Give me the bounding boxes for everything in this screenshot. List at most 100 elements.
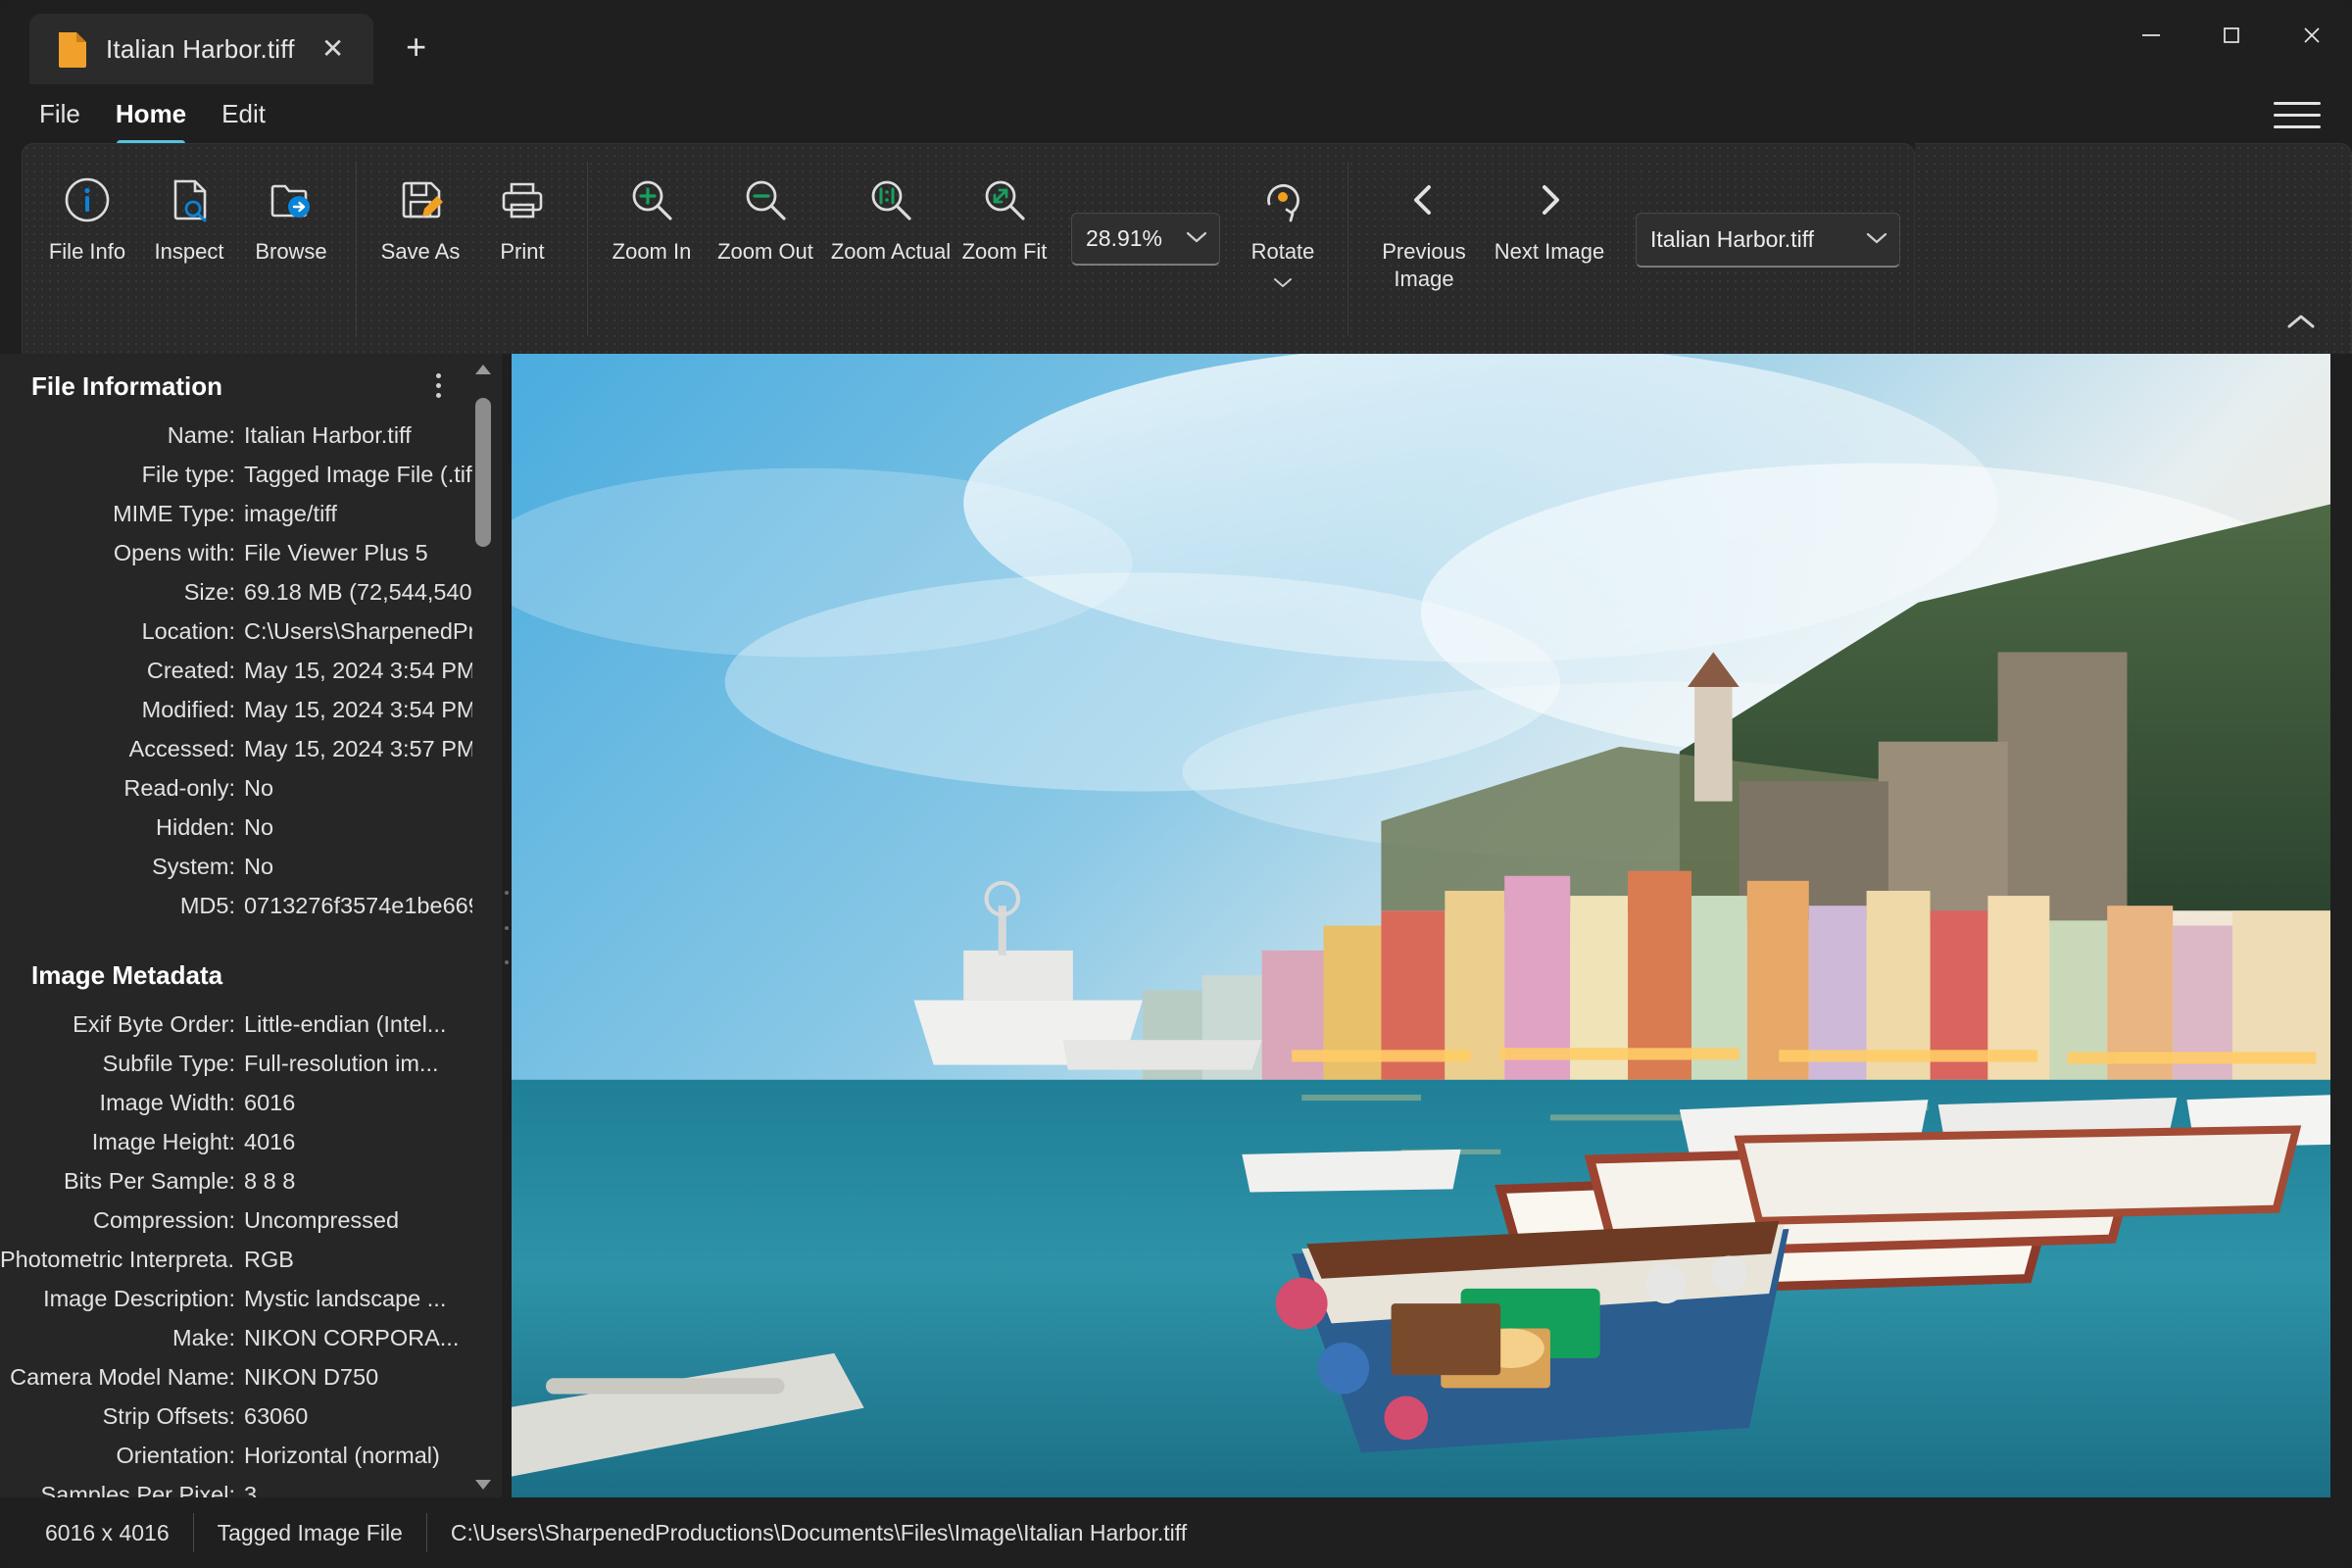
file-information-row[interactable]: Location: C:\Users\SharpenedProdu... xyxy=(0,612,472,651)
zoom-fit-label: Zoom Fit xyxy=(961,239,1048,264)
maximize-button[interactable] xyxy=(2191,0,2272,71)
file-information-value: 69.18 MB (72,544,540 byt... xyxy=(244,579,472,605)
file-information-row[interactable]: File type: Tagged Image File (.tiff) xyxy=(0,455,472,494)
info-sidebar: File Information Name: Italian Harbor.tif… xyxy=(0,354,502,1497)
file-information-row[interactable]: Modified: May 15, 2024 3:54 PM xyxy=(0,690,472,729)
file-information-value: Italian Harbor.tiff xyxy=(244,422,412,448)
rotate-button[interactable]: Rotate xyxy=(1232,162,1334,299)
zoom-in-button[interactable]: Zoom In xyxy=(601,162,703,299)
file-information-key: Created: xyxy=(146,658,235,683)
save-pencil-icon xyxy=(395,173,446,226)
document-tab[interactable]: Italian Harbor.tiff ✕ xyxy=(29,14,373,84)
next-image-button[interactable]: Next Image xyxy=(1487,162,1612,299)
file-information-key: Name: xyxy=(167,422,235,448)
image-metadata-heading: Image Metadata xyxy=(31,960,223,990)
window-controls xyxy=(2111,0,2352,71)
menu-bar: File Home Edit xyxy=(0,84,2352,147)
file-information-key: Location: xyxy=(141,618,235,644)
image-metadata-row[interactable]: Bits Per Sample: 8 8 8 xyxy=(0,1161,472,1200)
menu-item-edit[interactable]: Edit xyxy=(204,84,283,143)
image-metadata-row[interactable]: Compression: Uncompressed xyxy=(0,1200,472,1240)
image-metadata-row[interactable]: Exif Byte Order: Little-endian (Intel... xyxy=(0,1004,472,1044)
image-metadata-row[interactable]: Image Description: Mystic landscape ... xyxy=(0,1279,472,1318)
image-metadata-row[interactable]: Image Width: 6016 xyxy=(0,1083,472,1122)
minimize-button[interactable] xyxy=(2111,0,2191,71)
file-information-heading: File Information xyxy=(31,371,222,401)
rotate-label: Rotate xyxy=(1250,239,1315,264)
close-button[interactable] xyxy=(2272,0,2352,71)
file-information-row[interactable]: Accessed: May 15, 2024 3:57 PM xyxy=(0,729,472,768)
image-metadata-key: Strip Offsets: xyxy=(102,1403,235,1429)
zoom-out-label: Zoom Out xyxy=(717,239,813,264)
menu-item-home[interactable]: Home xyxy=(98,84,204,147)
zoom-level-select[interactable]: 28.91% xyxy=(1071,213,1220,266)
image-metadata-key: Camera Model Name: xyxy=(10,1364,235,1390)
image-metadata-value: Horizontal (normal) xyxy=(244,1443,440,1468)
image-metadata-key: Exif Byte Order: xyxy=(73,1011,235,1037)
scroll-up-icon[interactable] xyxy=(474,360,492,382)
image-metadata-row[interactable]: Make: NIKON CORPORA... xyxy=(0,1318,472,1357)
file-information-key: File type: xyxy=(141,462,235,487)
image-metadata-value: 6016 xyxy=(244,1090,296,1115)
zoom-actual-button[interactable]: Zoom Actual xyxy=(828,162,954,299)
image-metadata-row[interactable]: Camera Model Name: NIKON D750 xyxy=(0,1357,472,1396)
image-canvas[interactable] xyxy=(512,354,2330,1497)
file-info-button[interactable]: File Info xyxy=(36,162,138,299)
collapse-ribbon-icon[interactable] xyxy=(2286,311,2316,336)
previous-image-label: Previous Image xyxy=(1382,239,1466,291)
hamburger-menu-icon[interactable] xyxy=(2268,92,2327,137)
sidebar-options-icon[interactable] xyxy=(430,368,447,404)
file-information-key: Read-only: xyxy=(123,775,235,801)
zoom-out-button[interactable]: Zoom Out xyxy=(703,162,828,299)
previous-image-button[interactable]: Previous Image xyxy=(1361,162,1487,299)
sidebar-scrollbar[interactable] xyxy=(470,360,496,1497)
save-as-button[interactable]: Save As xyxy=(369,162,471,299)
rotate-caret-icon[interactable] xyxy=(1273,273,1293,293)
image-metadata-row[interactable]: Strip Offsets: 63060 xyxy=(0,1396,472,1436)
file-information-row[interactable]: System: No xyxy=(0,847,472,886)
file-information-row[interactable]: Size: 69.18 MB (72,544,540 byt... xyxy=(0,572,472,612)
file-information-row[interactable]: Name: Italian Harbor.tiff xyxy=(0,416,472,455)
browse-label: Browse xyxy=(255,239,327,264)
file-information-value: Tagged Image File (.tiff) xyxy=(244,462,472,487)
image-metadata-value: Uncompressed xyxy=(244,1207,400,1233)
scrollbar-thumb[interactable] xyxy=(475,398,491,547)
image-metadata-row[interactable]: Samples Per Pixel: 3 xyxy=(0,1475,472,1497)
chevron-down-icon xyxy=(1866,228,1887,251)
file-information-value: No xyxy=(244,814,274,840)
ribbon-toolbar: File Info Inspect Browse Save As Print Z… xyxy=(0,143,2352,354)
tab-close-icon[interactable]: ✕ xyxy=(313,28,354,70)
tab-strip: Italian Harbor.tiff ✕ + xyxy=(0,0,444,84)
file-information-key: Size: xyxy=(183,579,235,605)
browse-button[interactable]: Browse xyxy=(240,162,342,299)
image-metadata-value: Full-resolution im... xyxy=(244,1051,439,1076)
image-metadata-key: Orientation: xyxy=(116,1443,235,1468)
save-as-label: Save As xyxy=(380,239,461,264)
file-information-row[interactable]: Hidden: No xyxy=(0,808,472,847)
file-information-row[interactable]: MD5: 0713276f3574e1be66920... xyxy=(0,886,472,925)
inspect-button[interactable]: Inspect xyxy=(138,162,240,299)
file-information-row[interactable]: Read-only: No xyxy=(0,768,472,808)
image-metadata-row[interactable]: Orientation: Horizontal (normal) xyxy=(0,1436,472,1475)
zoom-fit-button[interactable]: Zoom Fit xyxy=(954,162,1055,299)
menu-item-file[interactable]: File xyxy=(22,84,98,143)
image-metadata-row[interactable]: Subfile Type: Full-resolution im... xyxy=(0,1044,472,1083)
print-button[interactable]: Print xyxy=(471,162,573,299)
file-select-dropdown[interactable]: Italian Harbor.tiff xyxy=(1636,213,1900,268)
status-dimensions: 6016 x 4016 xyxy=(45,1519,170,1545)
scroll-down-icon[interactable] xyxy=(474,1475,492,1497)
file-information-rows: Name: Italian Harbor.tiff File type: Tagged… xyxy=(0,416,502,925)
new-tab-icon[interactable]: + xyxy=(389,20,444,74)
sidebar-splitter[interactable] xyxy=(502,354,512,1497)
image-metadata-row[interactable]: Photometric Interpreta... RGB xyxy=(0,1240,472,1279)
document-search-icon xyxy=(164,173,215,226)
file-information-value: May 15, 2024 3:54 PM xyxy=(244,658,472,683)
magnifier-fit-icon xyxy=(979,173,1030,226)
scrollbar-track[interactable] xyxy=(470,382,496,1475)
file-information-row[interactable]: Opens with: File Viewer Plus 5 xyxy=(0,533,472,572)
chevron-down-icon xyxy=(1186,227,1207,250)
file-information-row[interactable]: Created: May 15, 2024 3:54 PM xyxy=(0,651,472,690)
file-information-row[interactable]: MIME Type: image/tiff xyxy=(0,494,472,533)
magnifier-minus-icon xyxy=(740,173,791,226)
image-metadata-row[interactable]: Image Height: 4016 xyxy=(0,1122,472,1161)
